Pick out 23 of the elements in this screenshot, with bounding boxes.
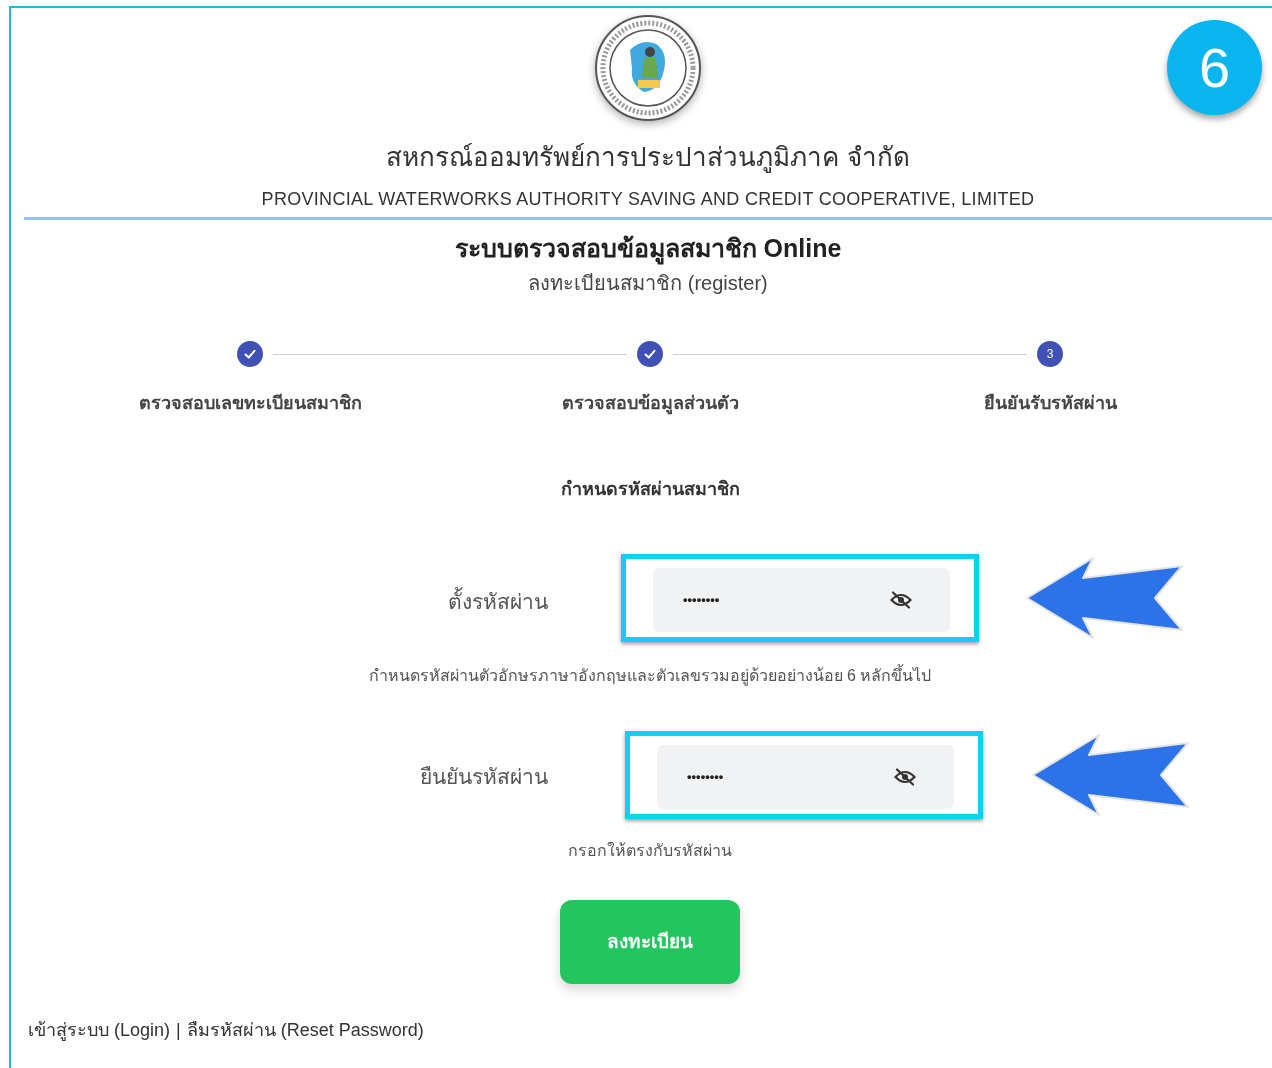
field-label: ยืนยันรหัสผ่าน: [419, 764, 548, 790]
page-title: ระบบตรวจสอบข้อมูลสมาชิก Online: [454, 232, 842, 264]
field-hint: กรอกให้ตรงกับรหัสผ่าน: [567, 840, 733, 861]
step-label: ตรวจสอบข้อมูลส่วนตัว: [560, 392, 740, 417]
step-number: 3: [1037, 341, 1063, 367]
step-number-badge: 6: [1167, 20, 1262, 115]
step-label: ยืนยันรับรหัสผ่าน: [982, 392, 1118, 415]
organization-name: สหกรณ์ออมทรัพย์การประปาส่วนภูมิภาค จำกัด: [386, 141, 910, 174]
field-label: ตั้งรหัสผ่าน: [300, 586, 548, 618]
hidden-eye-icon[interactable]: [894, 768, 916, 786]
footer-link[interactable]: เข้าสู่ระบบ (Login): [28, 1017, 171, 1044]
field-hint: กำหนดรหัสผ่านตัวอักษรภาษาอังกฤษและตัวเลขรวมอยู่ด้วยอย่างน้อย 6 หลักขึ้นไป: [250, 664, 1050, 688]
link-separator: |: [176, 1019, 181, 1042]
pointer-arrow-icon: [1031, 733, 1191, 817]
hidden-eye-icon[interactable]: [890, 591, 912, 609]
password-field[interactable]: ••••••••: [653, 568, 950, 632]
footer-link[interactable]: ลืมรหัสผ่าน (Reset Password): [186, 1017, 424, 1044]
section-title: กำหนดรหัสผ่านสมาชิก: [559, 478, 741, 501]
page-subtitle: ลงทะเบียนสมาชิก (register): [528, 271, 768, 296]
password-field[interactable]: ••••••••: [657, 745, 954, 809]
step-label: ตรวจสอบเลขทะเบียนสมาชิก: [137, 392, 363, 415]
pointer-arrow-icon: [1025, 556, 1185, 640]
organization-name-english: PROVINCIAL WATERWORKS AUTHORITY SAVING AND CREDIT COOPERATIVE, LIMITED: [261, 188, 1035, 211]
